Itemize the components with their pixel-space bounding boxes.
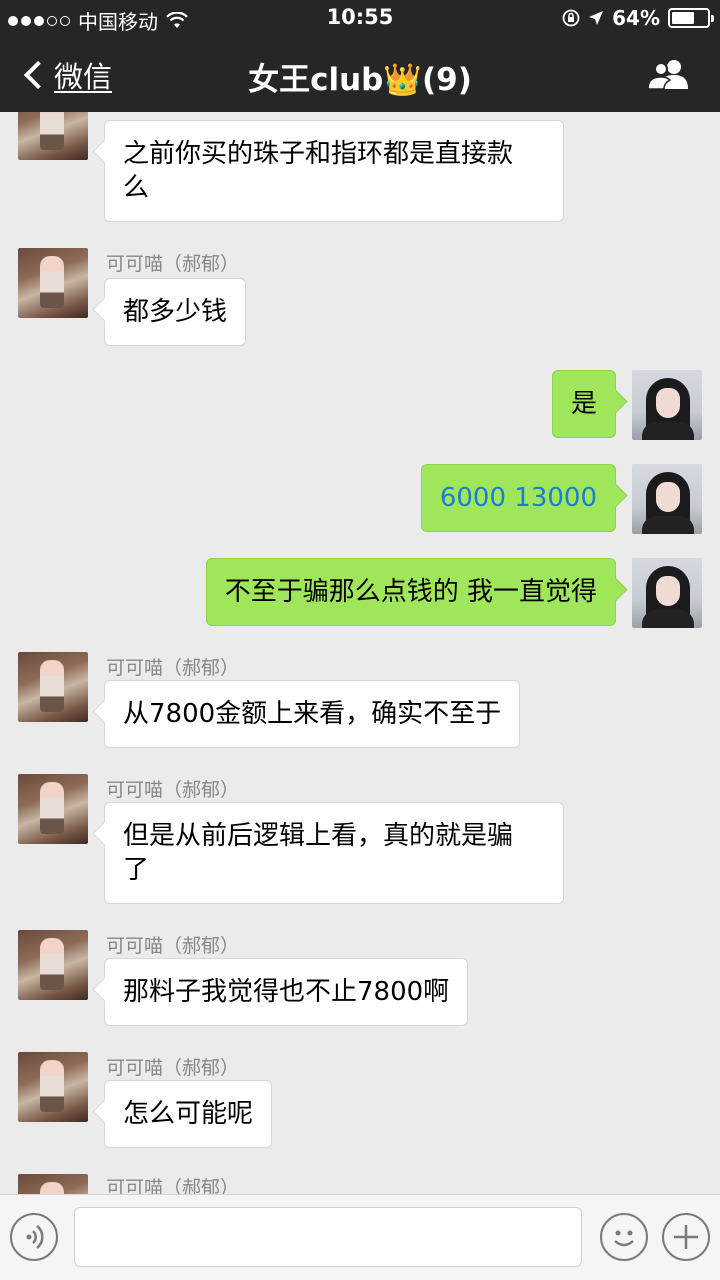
message-bubble[interactable]: 怎么可能呢	[104, 1080, 273, 1148]
plus-button[interactable]	[662, 1213, 710, 1261]
message-bubble[interactable]: 不至于骗那么点钱的 我一直觉得	[205, 558, 616, 626]
rotation-lock-icon	[562, 9, 580, 27]
status-bar: 中国移动 10:55 64%	[0, 0, 720, 36]
voice-button[interactable]	[10, 1213, 58, 1261]
chat-title: 女王club👑(9)	[248, 62, 472, 98]
message-bubble[interactable]: 从7800金额上来看，确实不至于	[104, 680, 521, 748]
nav-bar: 微信 女王club👑(9)	[0, 36, 720, 112]
sender-name: 可可喵（郝郁）	[106, 779, 240, 801]
location-icon	[589, 11, 604, 25]
battery-percent: 64%	[612, 6, 660, 30]
phone-number-link[interactable]: 6000 13000	[440, 483, 597, 513]
message-bubble[interactable]: 之前你买的珠子和指环都是直接款 么	[104, 120, 564, 222]
message-bubble[interactable]: 那料子我觉得也不止7800啊	[104, 958, 469, 1026]
sender-name: 可可喵（郝郁）	[106, 935, 240, 957]
voice-icon	[26, 1225, 44, 1249]
plus-icon	[674, 1225, 698, 1249]
avatar[interactable]	[632, 464, 702, 534]
avatar[interactable]	[18, 248, 88, 318]
message-input[interactable]	[74, 1207, 582, 1267]
battery-icon	[668, 8, 714, 28]
status-right: 64%	[562, 6, 714, 30]
chat-area[interactable]: 之前你买的珠子和指环都是直接款 么 可可喵（郝郁） 都多少钱 是 6000 13…	[0, 112, 720, 1194]
avatar[interactable]	[18, 1174, 88, 1194]
message-bubble[interactable]: 都多少钱	[104, 278, 247, 346]
avatar[interactable]	[18, 112, 88, 160]
message-bubble[interactable]: 但是从前后逻辑上看，真的就是骗 了	[104, 802, 564, 904]
message-bubble[interactable]: 是	[551, 370, 616, 438]
emoji-icon	[614, 1230, 634, 1247]
avatar[interactable]	[632, 558, 702, 628]
input-bar	[0, 1194, 720, 1280]
avatar[interactable]	[632, 370, 702, 440]
contacts-icon[interactable]	[646, 58, 692, 90]
emoji-button[interactable]	[600, 1213, 648, 1261]
message-bubble[interactable]: 6000 13000	[420, 464, 616, 532]
avatar[interactable]	[18, 1052, 88, 1122]
avatar[interactable]	[18, 652, 88, 722]
avatar[interactable]	[18, 774, 88, 844]
sender-name: 可可喵（郝郁）	[106, 1177, 240, 1194]
sender-name: 可可喵（郝郁）	[106, 1057, 240, 1079]
sender-name: 可可喵（郝郁）	[106, 657, 240, 679]
avatar[interactable]	[18, 930, 88, 1000]
sender-name: 可可喵（郝郁）	[106, 253, 240, 275]
